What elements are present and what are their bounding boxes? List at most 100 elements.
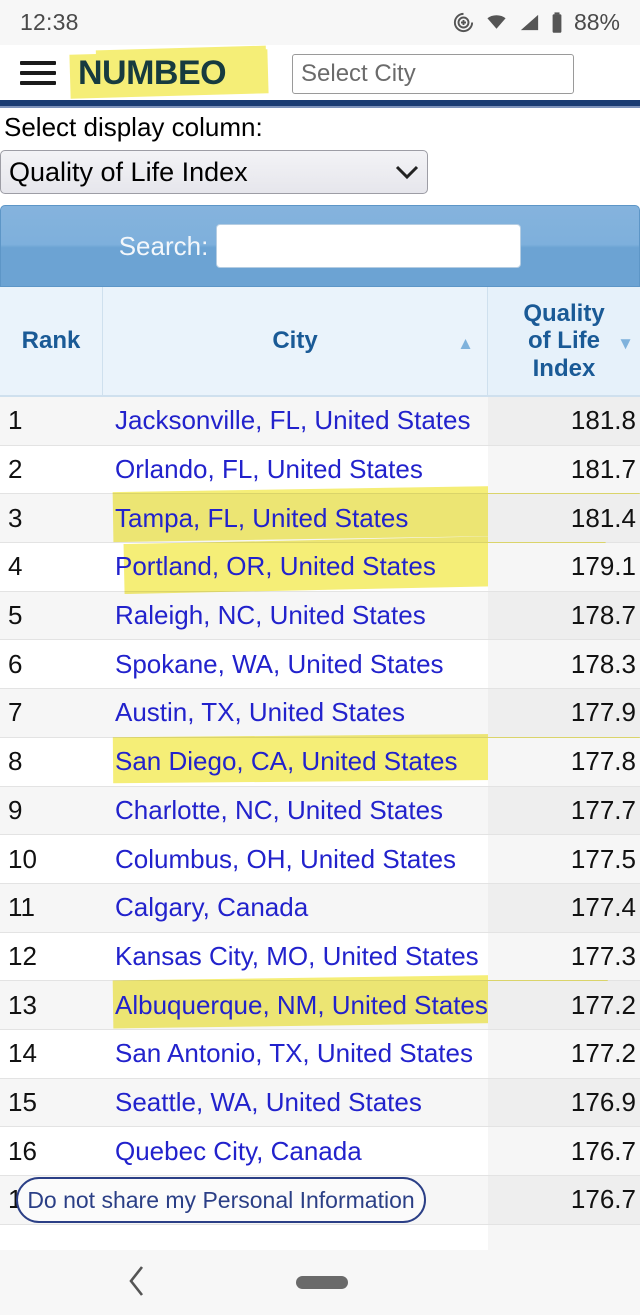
cell-quality-of-life-index: 176.7 bbox=[488, 1176, 640, 1224]
table-row[interactable]: 8 San Diego, CA, United States 177.8 bbox=[0, 732, 640, 787]
table-row[interactable]: 16 Quebec City, Canada 176.7 bbox=[0, 1127, 640, 1176]
cell-rank: 9 bbox=[8, 794, 23, 825]
cell-rank: 16 bbox=[8, 1135, 37, 1166]
table-row[interactable]: 12 Kansas City, MO, United States 177.3 bbox=[0, 932, 640, 982]
cell-city-link[interactable]: Seattle, WA, United States bbox=[103, 1079, 488, 1127]
numbeo-logo[interactable]: NUMBEO bbox=[68, 45, 278, 100]
cell-rank: 10 bbox=[8, 843, 37, 874]
cell-city-link[interactable]: Kansas City, MO, United States bbox=[103, 933, 488, 981]
cell-rank: 7 bbox=[8, 697, 23, 728]
chevron-down-icon bbox=[387, 164, 427, 180]
column-header-index-label: Quality of Life Index bbox=[523, 299, 605, 382]
table-row[interactable]: 3 Tampa, FL, United States 181.4 bbox=[0, 484, 640, 544]
do-not-share-personal-information-button[interactable]: Do not share my Personal Information bbox=[16, 1177, 426, 1223]
select-display-column-label: Select display column: bbox=[4, 112, 263, 142]
table-search-bar: Search: bbox=[0, 205, 640, 287]
battery-percentage: 88% bbox=[573, 9, 620, 35]
quality-of-life-table: Rank City ▲ Quality of Life Index ▼ 1 Jacks… bbox=[0, 287, 640, 1225]
display-column-selected-value: Quality of Life Index bbox=[9, 156, 248, 187]
cell-city-link[interactable]: Quebec City, Canada bbox=[103, 1127, 488, 1175]
display-column-select[interactable]: Quality of Life Index bbox=[0, 150, 428, 194]
cell-city-link[interactable]: Tampa, FL, United States bbox=[103, 494, 488, 542]
android-status-bar: 12:38 88% bbox=[0, 0, 640, 45]
table-row[interactable]: 13 Albuquerque, NM, United States 177.2 bbox=[0, 973, 640, 1030]
column-header-index[interactable]: Quality of Life Index ▼ bbox=[488, 287, 640, 395]
cell-quality-of-life-index: 181.8 bbox=[488, 397, 640, 445]
table-bottom-gap-right bbox=[488, 1225, 640, 1250]
table-row[interactable]: 4 Portland, OR, United States 179.1 bbox=[0, 534, 640, 595]
cell-city-link[interactable]: Portland, OR, United States bbox=[103, 543, 488, 591]
cell-city-link[interactable]: San Antonio, TX, United States bbox=[103, 1030, 488, 1078]
table-row[interactable]: 9 Charlotte, NC, United States 177.7 bbox=[0, 786, 640, 836]
table-search-input[interactable] bbox=[216, 224, 522, 268]
cell-rank: 14 bbox=[8, 1038, 37, 1069]
select-city-input[interactable] bbox=[292, 54, 574, 94]
cell-rank: 11 bbox=[8, 892, 35, 923]
hamburger-menu-icon[interactable] bbox=[20, 58, 56, 88]
status-bar-icons: 88% bbox=[452, 9, 620, 36]
cell-rank: 1 bbox=[8, 405, 23, 436]
cell-quality-of-life-index: 177.7 bbox=[488, 786, 640, 835]
header-divider-shadow bbox=[0, 106, 640, 108]
cell-quality-of-life-index: 177.8 bbox=[488, 737, 640, 786]
cell-quality-of-life-index: 179.1 bbox=[488, 543, 640, 591]
column-header-rank[interactable]: Rank bbox=[0, 287, 103, 395]
caret-down-icon: ▼ bbox=[617, 334, 634, 353]
table-row[interactable]: 15 Seattle, WA, United States 176.9 bbox=[0, 1078, 640, 1128]
column-header-city-label: City bbox=[272, 327, 318, 354]
cell-city-link[interactable]: Orlando, FL, United States bbox=[103, 446, 488, 494]
table-header-row: Rank City ▲ Quality of Life Index ▼ bbox=[0, 287, 640, 397]
table-row[interactable]: 14 San Antonio, TX, United States 177.2 bbox=[0, 1029, 640, 1079]
cell-quality-of-life-index: 177.3 bbox=[488, 932, 640, 981]
cell-city-link[interactable]: Calgary, Canada bbox=[103, 884, 488, 932]
cell-city-link[interactable]: Albuquerque, NM, United States bbox=[103, 981, 488, 1029]
cell-rank: 8 bbox=[8, 746, 23, 777]
cell-city-link[interactable]: Charlotte, NC, United States bbox=[103, 787, 488, 835]
cell-city-link[interactable]: Austin, TX, United States bbox=[103, 689, 488, 737]
cell-quality-of-life-index: 178.7 bbox=[488, 591, 640, 640]
app-screen: 12:38 88% NUMBEO Select City Select disp… bbox=[0, 0, 640, 1315]
table-row[interactable]: 2 Orlando, FL, United States 181.7 bbox=[0, 445, 640, 495]
table-row[interactable]: 11 Calgary, Canada 177.4 bbox=[0, 883, 640, 933]
table-row[interactable]: 10 Columbus, OH, United States 177.5 bbox=[0, 835, 640, 884]
cell-quality-of-life-index: 177.9 bbox=[488, 689, 640, 737]
status-bar-clock: 12:38 bbox=[20, 9, 79, 35]
cell-quality-of-life-index: 177.5 bbox=[488, 835, 640, 883]
cell-city-link[interactable]: Spokane, WA, United States bbox=[103, 640, 488, 688]
cell-city-link[interactable]: San Diego, CA, United States bbox=[103, 738, 488, 786]
cell-quality-of-life-index: 176.9 bbox=[488, 1078, 640, 1127]
cell-rank: 5 bbox=[8, 600, 23, 631]
table-row[interactable]: 1 Jacksonville, FL, United States 181.8 bbox=[0, 397, 640, 446]
column-header-rank-label: Rank bbox=[21, 327, 81, 354]
cell-rank: 2 bbox=[8, 454, 23, 485]
cellular-signal-icon bbox=[518, 11, 541, 34]
cell-quality-of-life-index: 181.4 bbox=[488, 494, 640, 543]
cell-city-link[interactable]: Raleigh, NC, United States bbox=[103, 592, 488, 640]
logo-text: NUMBEO bbox=[78, 54, 227, 92]
android-navigation-bar bbox=[0, 1250, 640, 1315]
cell-city-link[interactable]: Jacksonville, FL, United States bbox=[103, 397, 488, 445]
cell-quality-of-life-index: 178.3 bbox=[488, 640, 640, 689]
cell-quality-of-life-index: 181.7 bbox=[488, 445, 640, 494]
chevron-left-icon[interactable] bbox=[126, 1264, 148, 1306]
cell-quality-of-life-index: 177.2 bbox=[488, 981, 640, 1029]
home-pill-icon[interactable] bbox=[296, 1276, 348, 1289]
privacy-banner-label: Do not share my Personal Information bbox=[27, 1186, 415, 1213]
cell-quality-of-life-index: 177.4 bbox=[488, 883, 640, 932]
table-row[interactable]: 5 Raleigh, NC, United States 178.7 bbox=[0, 591, 640, 641]
cell-rank: 4 bbox=[8, 551, 23, 582]
cell-rank: 15 bbox=[8, 1086, 37, 1117]
cell-rank: 3 bbox=[8, 502, 23, 533]
cell-rank: 13 bbox=[8, 989, 37, 1020]
cell-city-link[interactable]: Columbus, OH, United States bbox=[103, 835, 488, 883]
column-header-city[interactable]: City ▲ bbox=[103, 287, 488, 395]
table-row[interactable]: 6 Spokane, WA, United States 178.3 bbox=[0, 640, 640, 690]
search-label: Search: bbox=[118, 230, 209, 261]
data-saver-icon bbox=[452, 11, 475, 34]
table-row[interactable]: 7 Austin, TX, United States 177.9 bbox=[0, 689, 640, 738]
cell-rank: 6 bbox=[8, 648, 23, 679]
table-body: 1 Jacksonville, FL, United States 181.8 2 Or… bbox=[0, 397, 640, 1225]
battery-icon bbox=[550, 11, 564, 35]
wifi-icon bbox=[484, 11, 509, 34]
caret-up-icon: ▲ bbox=[457, 334, 474, 353]
